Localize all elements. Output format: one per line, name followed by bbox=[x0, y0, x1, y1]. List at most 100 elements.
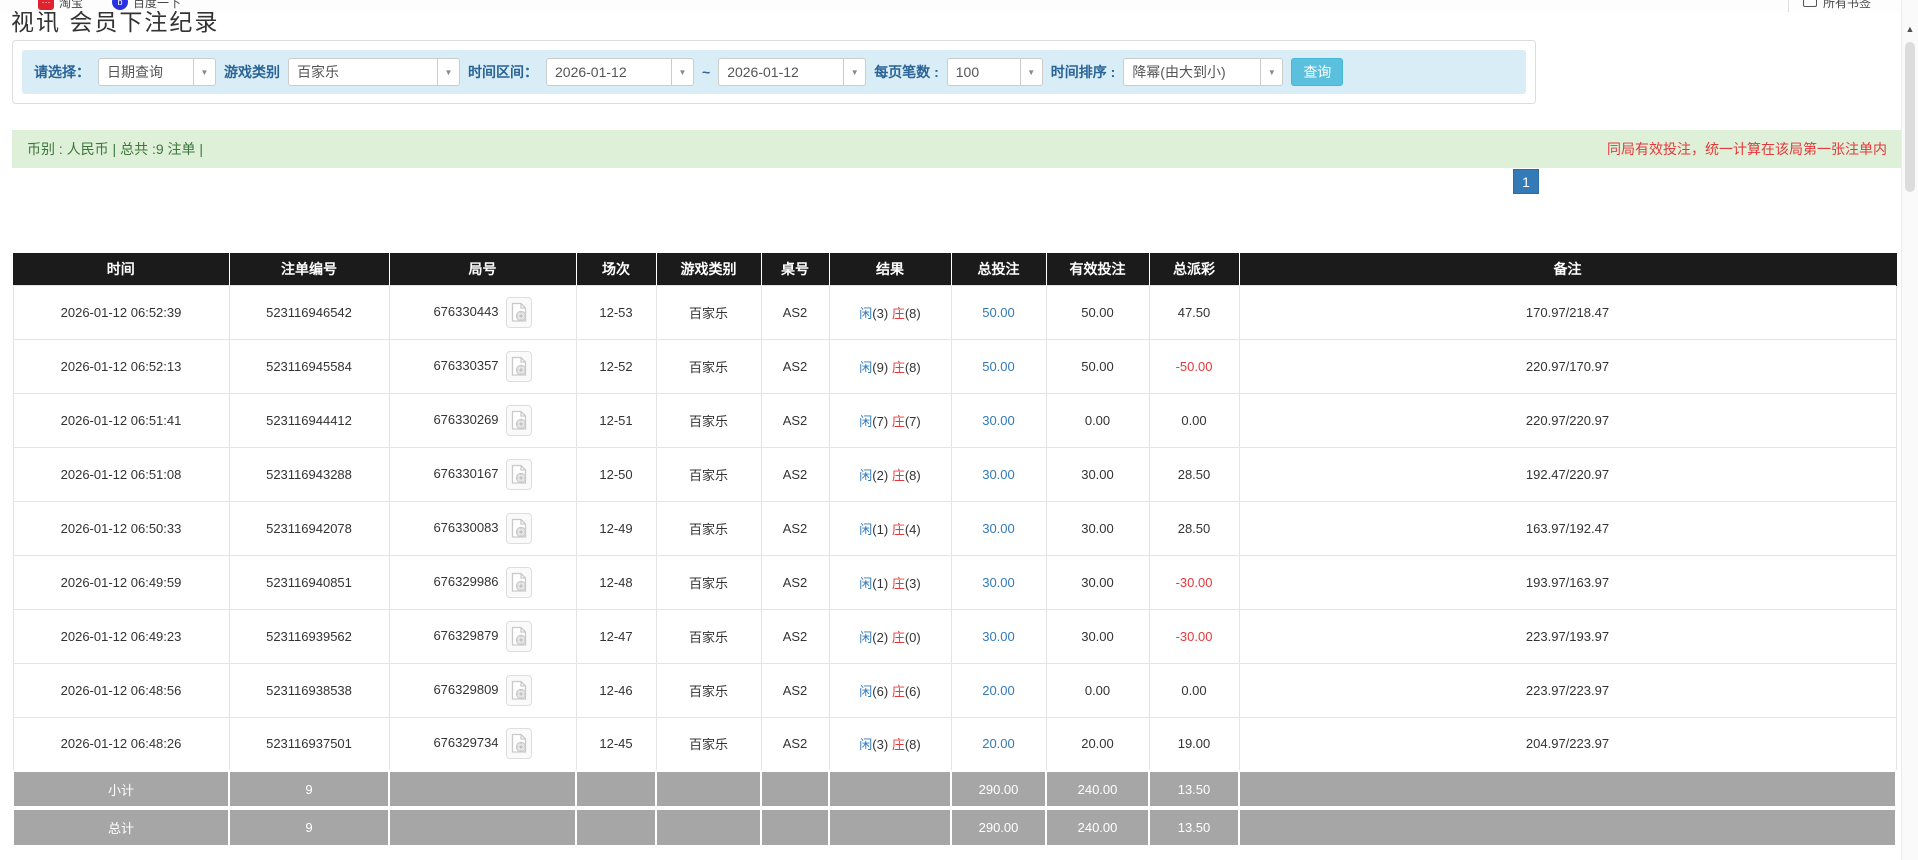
col-header-valid-bet: 有效投注 bbox=[1046, 253, 1150, 285]
cell-remark: 223.97/193.97 bbox=[1238, 608, 1897, 664]
date-from-select[interactable]: 2026-01-12 ▼ bbox=[546, 58, 694, 86]
cell-time: 2026-01-12 06:52:39 bbox=[12, 284, 230, 340]
cell-game-type: 百家乐 bbox=[655, 662, 762, 718]
cell-session: 12-49 bbox=[575, 500, 657, 556]
cell-total-bet: 20.00 bbox=[950, 716, 1047, 772]
total-bet-link[interactable]: 30.00 bbox=[982, 629, 1015, 644]
cell-table-no: AS2 bbox=[760, 446, 830, 502]
cell-table-no: AS2 bbox=[760, 500, 830, 556]
cell-payout: 19.00 bbox=[1148, 716, 1240, 772]
date-to-select[interactable]: 2026-01-12 ▼ bbox=[718, 58, 867, 86]
video-record-icon bbox=[511, 734, 526, 753]
cell-valid-bet: 30.00 bbox=[1045, 554, 1150, 610]
video-replay-button[interactable] bbox=[505, 566, 532, 598]
game-type-select[interactable]: 百家乐 ▼ bbox=[288, 58, 460, 86]
total-label: 总计 bbox=[12, 806, 230, 845]
col-header-session: 场次 bbox=[576, 253, 657, 285]
cell-time: 2026-01-12 06:48:26 bbox=[12, 716, 230, 772]
video-replay-button[interactable] bbox=[505, 728, 532, 760]
total-bet-link[interactable]: 20.00 bbox=[982, 683, 1015, 698]
cell-game-type: 百家乐 bbox=[655, 392, 762, 448]
video-replay-button[interactable] bbox=[505, 512, 532, 544]
cell-table-no: AS2 bbox=[760, 716, 830, 772]
cell-remark: 163.97/192.47 bbox=[1238, 500, 1897, 556]
subtotal-row: 小计 9 290.00 240.00 13.50 bbox=[12, 770, 1897, 808]
bet-record-row: 2026-01-12 06:48:26 523116937501 676329734… bbox=[12, 716, 1897, 772]
subtotal-total-bet: 290.00 bbox=[950, 770, 1047, 808]
video-replay-button[interactable] bbox=[505, 458, 532, 490]
result-banker-label: 庄 bbox=[891, 575, 905, 591]
video-replay-button[interactable] bbox=[505, 404, 532, 436]
result-player-label: 闲 bbox=[859, 305, 873, 321]
cell-payout: 0.00 bbox=[1148, 392, 1240, 448]
cell-bet-id: 523116945584 bbox=[228, 338, 390, 394]
cell-total-bet: 30.00 bbox=[950, 554, 1047, 610]
total-bet-link[interactable]: 30.00 bbox=[982, 467, 1015, 482]
total-total-bet: 290.00 bbox=[950, 806, 1047, 845]
cell-table-no: AS2 bbox=[760, 284, 830, 340]
result-banker-label: 庄 bbox=[891, 413, 905, 429]
result-player-label: 闲 bbox=[859, 737, 873, 753]
total-bet-link[interactable]: 50.00 bbox=[982, 359, 1015, 374]
total-bet-link[interactable]: 20.00 bbox=[982, 736, 1015, 751]
total-bet-link[interactable]: 30.00 bbox=[982, 521, 1015, 536]
cell-session: 12-48 bbox=[575, 554, 657, 610]
result-player-label: 闲 bbox=[859, 521, 873, 537]
video-record-icon bbox=[511, 572, 526, 592]
cell-result: 闲(3) 庄(8) bbox=[828, 716, 952, 772]
sort-order-select[interactable]: 降幂(由大到小) ▼ bbox=[1123, 58, 1284, 86]
cell-time: 2026-01-12 06:50:33 bbox=[12, 500, 230, 556]
cell-time: 2026-01-12 06:49:59 bbox=[12, 554, 230, 610]
total-bet-link[interactable]: 30.00 bbox=[982, 575, 1015, 590]
scrollbar-thumb[interactable] bbox=[1905, 42, 1915, 192]
bet-record-row: 2026-01-12 06:52:13 523116945584 676330357… bbox=[12, 338, 1897, 394]
cell-table-no: AS2 bbox=[760, 554, 830, 610]
chevron-down-icon: ▼ bbox=[671, 59, 693, 85]
page-size-select[interactable]: 100 ▼ bbox=[946, 58, 1043, 86]
cell-bet-id: 523116939562 bbox=[228, 608, 390, 664]
bet-record-row: 2026-01-12 06:51:08 523116943288 676330167… bbox=[12, 446, 1897, 502]
currency-total-text: 币别 : 人民币 | 总共 :9 注单 | bbox=[27, 141, 204, 157]
result-banker-label: 庄 bbox=[891, 683, 905, 699]
cell-valid-bet: 30.00 bbox=[1045, 446, 1150, 502]
query-button[interactable]: 查询 bbox=[1291, 58, 1344, 86]
browser-bookmarks-bar: ··· 淘宝 b 百度一下 所有书签 bbox=[0, 0, 1901, 12]
video-replay-button[interactable] bbox=[505, 674, 532, 706]
cell-valid-bet: 0.00 bbox=[1045, 662, 1150, 718]
cell-bet-id: 523116940851 bbox=[228, 554, 390, 610]
cell-remark: 220.97/220.97 bbox=[1238, 392, 1897, 448]
cell-payout: -30.00 bbox=[1148, 554, 1240, 610]
scroll-up-arrow-icon[interactable]: ▲ bbox=[1902, 24, 1918, 34]
table-body: 2026-01-12 06:52:39 523116946542 676330443… bbox=[12, 284, 1897, 772]
total-bet-link[interactable]: 30.00 bbox=[982, 413, 1015, 428]
total-bet-link[interactable]: 50.00 bbox=[982, 305, 1015, 320]
col-header-game-type: 游戏类别 bbox=[656, 253, 762, 285]
video-replay-button[interactable] bbox=[505, 620, 532, 652]
cell-time: 2026-01-12 06:51:08 bbox=[12, 446, 230, 502]
summary-bar: 币别 : 人民币 | 总共 :9 注单 | 同局有效投注，统一计算在该局第一张注… bbox=[12, 130, 1902, 168]
cell-round-id: 676329879 bbox=[388, 608, 577, 664]
result-banker-label: 庄 bbox=[891, 629, 905, 645]
pagination-page-1-button[interactable]: 1 bbox=[1513, 169, 1539, 194]
cell-game-type: 百家乐 bbox=[655, 554, 762, 610]
bet-record-row: 2026-01-12 06:50:33 523116942078 676330083… bbox=[12, 500, 1897, 556]
video-record-icon bbox=[511, 464, 526, 484]
select-type-label: 请选择： bbox=[34, 64, 90, 80]
all-bookmarks-label: 所有书签 bbox=[1823, 0, 1872, 10]
cell-bet-id: 523116942078 bbox=[228, 500, 390, 556]
result-player-label: 闲 bbox=[859, 467, 873, 483]
col-header-remark: 备注 bbox=[1239, 253, 1897, 285]
cell-payout: 28.50 bbox=[1148, 446, 1240, 502]
all-bookmarks-button[interactable]: 所有书签 bbox=[1788, 0, 1871, 12]
bet-record-row: 2026-01-12 06:49:23 523116939562 676329879… bbox=[12, 608, 1897, 664]
video-replay-button[interactable] bbox=[505, 350, 532, 382]
vertical-scrollbar[interactable]: ▲ bbox=[1901, 0, 1918, 860]
cell-bet-id: 523116937501 bbox=[228, 716, 390, 772]
total-valid-bet: 240.00 bbox=[1045, 806, 1150, 845]
bet-record-row: 2026-01-12 06:52:39 523116946542 676330443… bbox=[12, 284, 1897, 340]
cell-result: 闲(7) 庄(7) bbox=[828, 392, 952, 448]
cell-session: 12-45 bbox=[575, 716, 657, 772]
cell-remark: 220.97/170.97 bbox=[1238, 338, 1897, 394]
query-type-select[interactable]: 日期查询 ▼ bbox=[98, 58, 216, 86]
video-replay-button[interactable] bbox=[505, 296, 532, 328]
